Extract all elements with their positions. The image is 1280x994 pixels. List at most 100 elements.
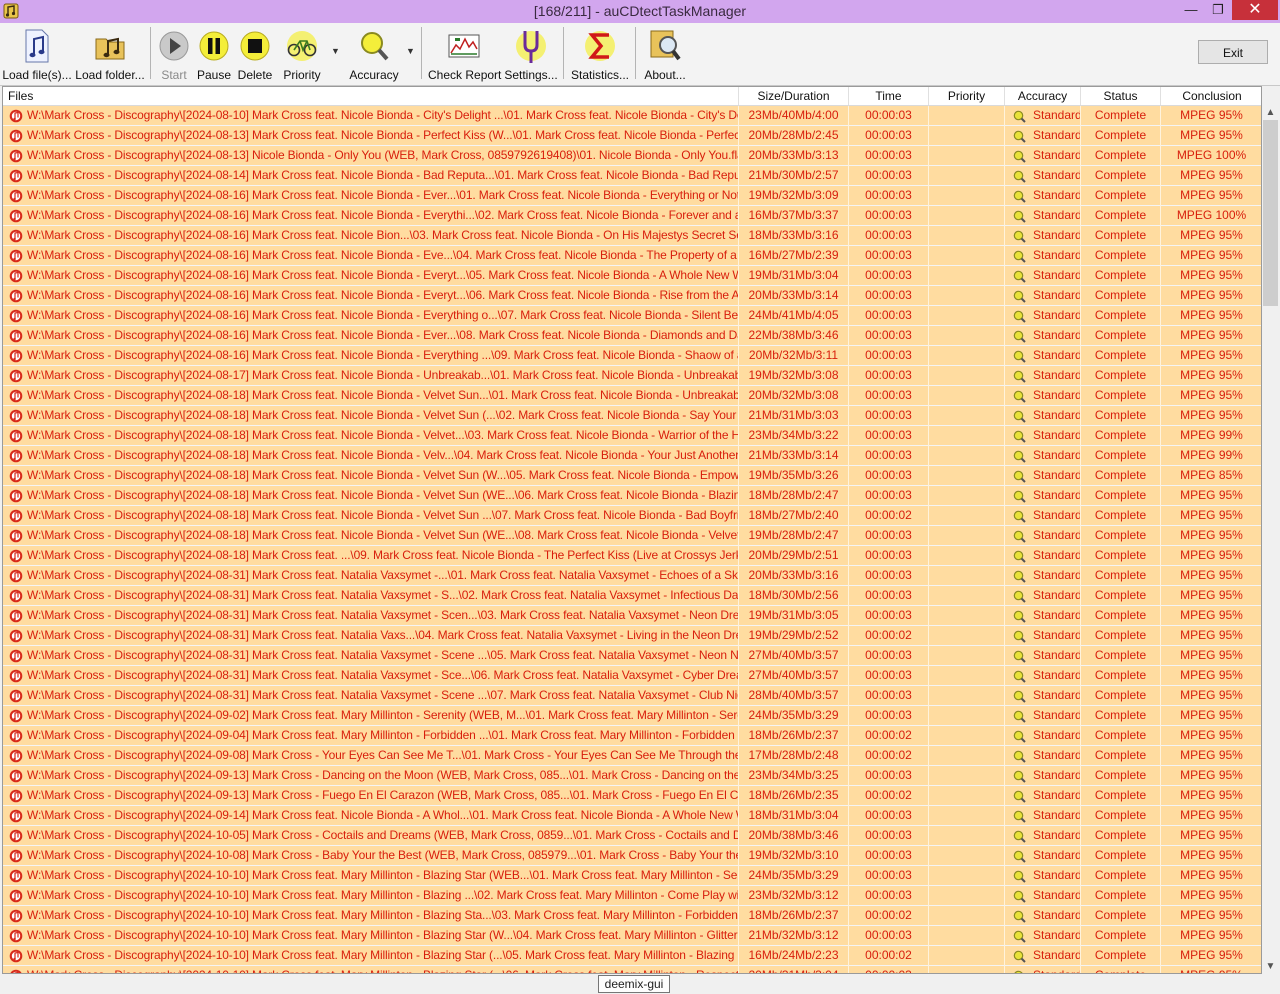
table-row[interactable]: W:\Mark Cross - Discography\[2024-08-16]… [3, 246, 1261, 266]
table-row[interactable]: W:\Mark Cross - Discography\[2024-09-08]… [3, 746, 1261, 766]
cell-conclusion: MPEG 95% [1161, 406, 1261, 426]
table-row[interactable]: W:\Mark Cross - Discography\[2024-08-31]… [3, 666, 1261, 686]
table-row[interactable]: W:\Mark Cross - Discography\[2024-08-17]… [3, 366, 1261, 386]
table-row[interactable]: W:\Mark Cross - Discography\[2024-10-10]… [3, 946, 1261, 966]
accuracy-icon [1013, 470, 1026, 483]
column-header-accuracy[interactable]: Accuracy [1005, 87, 1081, 105]
vertical-scrollbar[interactable]: ▲ ▼ [1262, 106, 1279, 974]
column-header-priority[interactable]: Priority [929, 87, 1005, 105]
cell-priority [929, 286, 1005, 306]
column-header-files[interactable]: Files [3, 87, 739, 105]
table-row[interactable]: W:\Mark Cross - Discography\[2024-08-31]… [3, 626, 1261, 646]
accuracy-icon [1014, 970, 1023, 973]
cell-file: W:\Mark Cross - Discography\[2024-08-18]… [3, 506, 739, 526]
accuracy-value: Standard [1033, 708, 1081, 722]
table-row[interactable]: W:\Mark Cross - Discography\[2024-08-31]… [3, 566, 1261, 586]
settings-button[interactable]: Settings... [504, 27, 558, 82]
table-row[interactable]: W:\Mark Cross - Discography\[2024-08-18]… [3, 386, 1261, 406]
cell-priority [929, 306, 1005, 326]
cell-priority [929, 146, 1005, 166]
scroll-up-icon[interactable]: ▲ [1262, 106, 1279, 120]
statistics-button[interactable]: Statistics... [570, 27, 630, 82]
table-row[interactable]: W:\Mark Cross - Discography\[2024-08-18]… [3, 466, 1261, 486]
table-row[interactable]: W:\Mark Cross - Discography\[2024-08-16]… [3, 266, 1261, 286]
check-report-button[interactable]: Check Report [428, 27, 501, 82]
table-row[interactable]: W:\Mark Cross - Discography\[2024-08-31]… [3, 646, 1261, 666]
about-button[interactable]: About... [642, 27, 688, 82]
table-row[interactable]: W:\Mark Cross - Discography\[2024-08-14]… [3, 166, 1261, 186]
table-row[interactable]: W:\Mark Cross - Discography\[2024-10-10]… [3, 866, 1261, 886]
pause-button[interactable]: Pause [196, 27, 232, 82]
cell-size: 20Mb/32Mb/3:11 [739, 346, 849, 366]
scroll-down-icon[interactable]: ▼ [1262, 960, 1279, 974]
cell-size: 20Mb/28Mb/2:45 [739, 126, 849, 146]
table-row[interactable]: W:\Mark Cross - Discography\[2024-09-13]… [3, 786, 1261, 806]
table-row[interactable]: W:\Mark Cross - Discography\[2024-08-16]… [3, 186, 1261, 206]
table-row[interactable]: W:\Mark Cross - Discography\[2024-08-18]… [3, 546, 1261, 566]
table-row[interactable]: W:\Mark Cross - Discography\[2024-08-18]… [3, 406, 1261, 426]
load-files-button[interactable]: Load file(s)... [2, 27, 72, 82]
table-row[interactable]: W:\Mark Cross - Discography\[2024-08-13]… [3, 146, 1261, 166]
delete-button[interactable]: Delete [234, 27, 276, 82]
table-row[interactable]: W:\Mark Cross - Discography\[2024-10-08]… [3, 846, 1261, 866]
column-header-time[interactable]: Time [849, 87, 929, 105]
table-row[interactable]: W:\Mark Cross - Discography\[2024-09-04]… [3, 726, 1261, 746]
cell-conclusion: MPEG 95% [1161, 386, 1261, 406]
accuracy-icon [1013, 650, 1026, 663]
table-row[interactable]: W:\Mark Cross - Discography\[2024-08-16]… [3, 206, 1261, 226]
table-row[interactable]: W:\Mark Cross - Discography\[2024-08-16]… [3, 286, 1261, 306]
cell-file: W:\Mark Cross - Discography\[2024-08-16]… [3, 246, 739, 266]
cell-conclusion: MPEG 95% [1161, 586, 1261, 606]
table-row[interactable]: W:\Mark Cross - Discography\[2024-08-13]… [3, 126, 1261, 146]
table-row[interactable]: W:\Mark Cross - Discography\[2024-08-18]… [3, 526, 1261, 546]
table-row[interactable]: W:\Mark Cross - Discography\[2024-09-14]… [3, 806, 1261, 826]
toolbar-separator [563, 27, 564, 79]
minimize-button[interactable]: — [1178, 0, 1204, 20]
table-row[interactable]: W:\Mark Cross - Discography\[2024-10-10]… [3, 886, 1261, 906]
cell-priority [929, 426, 1005, 446]
start-button[interactable]: Start [154, 27, 194, 82]
table-row[interactable]: W:\Mark Cross - Discography\[2024-08-31]… [3, 686, 1261, 706]
accuracy-value: Standard [1033, 168, 1081, 182]
table-row[interactable]: W:\Mark Cross - Discography\[2024-08-18]… [3, 446, 1261, 466]
priority-button[interactable]: Priority [280, 27, 324, 82]
table-row[interactable]: W:\Mark Cross - Discography\[2024-08-16]… [3, 346, 1261, 366]
table-row[interactable]: W:\Mark Cross - Discography\[2024-09-13]… [3, 766, 1261, 786]
file-path: W:\Mark Cross - Discography\[2024-08-10]… [27, 108, 739, 122]
scrollbar-thumb[interactable] [1263, 120, 1278, 306]
priority-dropdown-arrow[interactable]: ▼ [331, 46, 340, 56]
maximize-button[interactable]: ❐ [1205, 0, 1231, 20]
cell-file: W:\Mark Cross - Discography\[2024-10-10]… [3, 906, 739, 926]
table-row[interactable]: W:\Mark Cross - Discography\[2024-10-10]… [3, 906, 1261, 926]
table-row[interactable]: W:\Mark Cross - Discography\[2024-08-18]… [3, 506, 1261, 526]
cell-conclusion: MPEG 95% [1161, 326, 1261, 346]
cell-accuracy: Standard [1005, 546, 1081, 566]
close-button[interactable]: ✕ [1232, 0, 1278, 20]
table-row[interactable]: W:\Mark Cross - Discography\[2024-08-16]… [3, 306, 1261, 326]
cell-file: W:\Mark Cross - Discography\[2024-08-18]… [3, 406, 739, 426]
column-header-conclusion[interactable]: Conclusion [1161, 87, 1261, 105]
table-row[interactable]: W:\Mark Cross - Discography\[2024-08-16]… [3, 326, 1261, 346]
table-row[interactable]: W:\Mark Cross - Discography\[2024-10-10]… [3, 926, 1261, 946]
table-row[interactable]: W:\Mark Cross - Discography\[2024-08-18]… [3, 486, 1261, 506]
table-row[interactable]: W:\Mark Cross - Discography\[2024-08-31]… [3, 606, 1261, 626]
file-grid[interactable]: Files Size/Duration Time Priority Accura… [2, 86, 1262, 974]
table-row[interactable]: W:\Mark Cross - Discography\[2024-10-10]… [3, 966, 1261, 973]
table-row[interactable]: W:\Mark Cross - Discography\[2024-08-31]… [3, 586, 1261, 606]
cell-accuracy: Standard [1005, 926, 1081, 946]
accuracy-button[interactable]: Accuracy [346, 27, 402, 82]
column-header-size[interactable]: Size/Duration [739, 87, 849, 105]
accuracy-dropdown-arrow[interactable]: ▼ [406, 46, 415, 56]
exit-button[interactable]: Exit [1198, 40, 1268, 64]
load-folder-button[interactable]: Load folder... [74, 27, 146, 82]
table-row[interactable]: W:\Mark Cross - Discography\[2024-08-16]… [3, 226, 1261, 246]
cell-time: 00:00:03 [849, 826, 929, 846]
audio-file-icon [9, 489, 23, 503]
column-header-status[interactable]: Status [1081, 87, 1161, 105]
cell-priority [929, 486, 1005, 506]
table-row[interactable]: W:\Mark Cross - Discography\[2024-08-10]… [3, 106, 1261, 126]
table-row[interactable]: W:\Mark Cross - Discography\[2024-10-05]… [3, 826, 1261, 846]
table-row[interactable]: W:\Mark Cross - Discography\[2024-09-02]… [3, 706, 1261, 726]
cell-size: 20Mb/29Mb/2:51 [739, 546, 849, 566]
table-row[interactable]: W:\Mark Cross - Discography\[2024-08-18]… [3, 426, 1261, 446]
